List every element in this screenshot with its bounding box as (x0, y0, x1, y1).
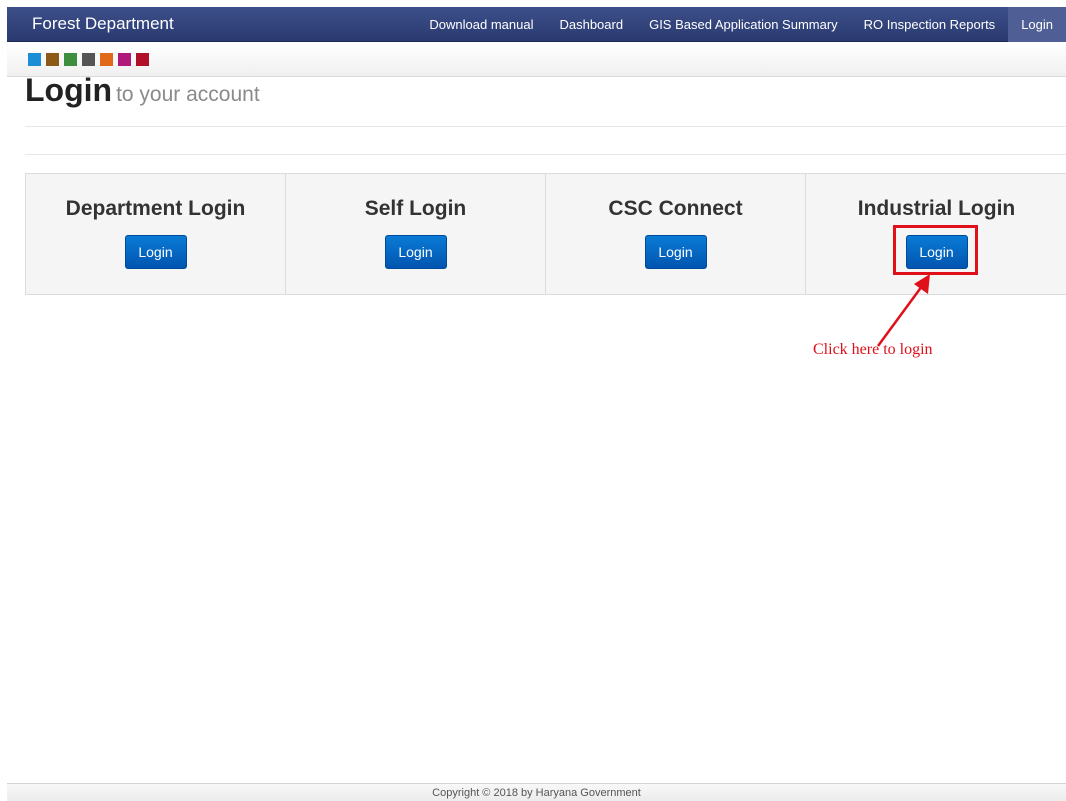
theme-swatch[interactable] (100, 53, 113, 66)
page-title-text: Login (25, 72, 113, 108)
annotation-text: Click here to login (813, 341, 933, 358)
self-login-button[interactable]: Login (384, 235, 447, 269)
csc-connect-card: CSC Connect Login (545, 173, 806, 295)
self-login-card: Self Login Login (285, 173, 546, 295)
theme-swatch[interactable] (46, 53, 59, 66)
nav-gis-application-summary[interactable]: GIS Based Application Summary (636, 7, 851, 42)
card-title: CSC Connect (608, 197, 743, 220)
card-title: Self Login (364, 197, 467, 220)
divider (25, 154, 1066, 155)
department-login-card: Department Login Login (25, 173, 286, 295)
copyright-text: Copyright © 2018 by Haryana Government (432, 787, 641, 799)
theme-swatch[interactable] (64, 53, 77, 66)
department-login-button[interactable]: Login (124, 235, 187, 269)
theme-swatch[interactable] (28, 53, 41, 66)
nav-menu: Download manual Dashboard GIS Based Appl… (416, 7, 1066, 42)
top-navbar: Forest Department Download manual Dashbo… (7, 7, 1066, 42)
nav-dashboard[interactable]: Dashboard (546, 7, 636, 42)
nav-ro-inspection-reports[interactable]: RO Inspection Reports (851, 7, 1009, 42)
brand-link[interactable]: Forest Department (32, 14, 174, 34)
nav-login[interactable]: Login (1008, 7, 1066, 42)
footer: Copyright © 2018 by Haryana Government (7, 783, 1066, 801)
theme-swatch[interactable] (118, 53, 131, 66)
page-title: Login to your account (25, 72, 260, 109)
annotation-highlight-box (893, 225, 978, 275)
nav-download-manual[interactable]: Download manual (416, 7, 546, 42)
theme-swatch[interactable] (136, 53, 149, 66)
card-title: Department Login (65, 197, 246, 220)
theme-swatches (28, 53, 149, 66)
divider (25, 126, 1066, 127)
page-subtitle: to your account (116, 83, 260, 106)
card-title: Industrial Login (857, 197, 1016, 220)
annotation-arrow-icon (876, 274, 930, 347)
csc-connect-login-button[interactable]: Login (644, 235, 707, 269)
theme-swatch[interactable] (82, 53, 95, 66)
